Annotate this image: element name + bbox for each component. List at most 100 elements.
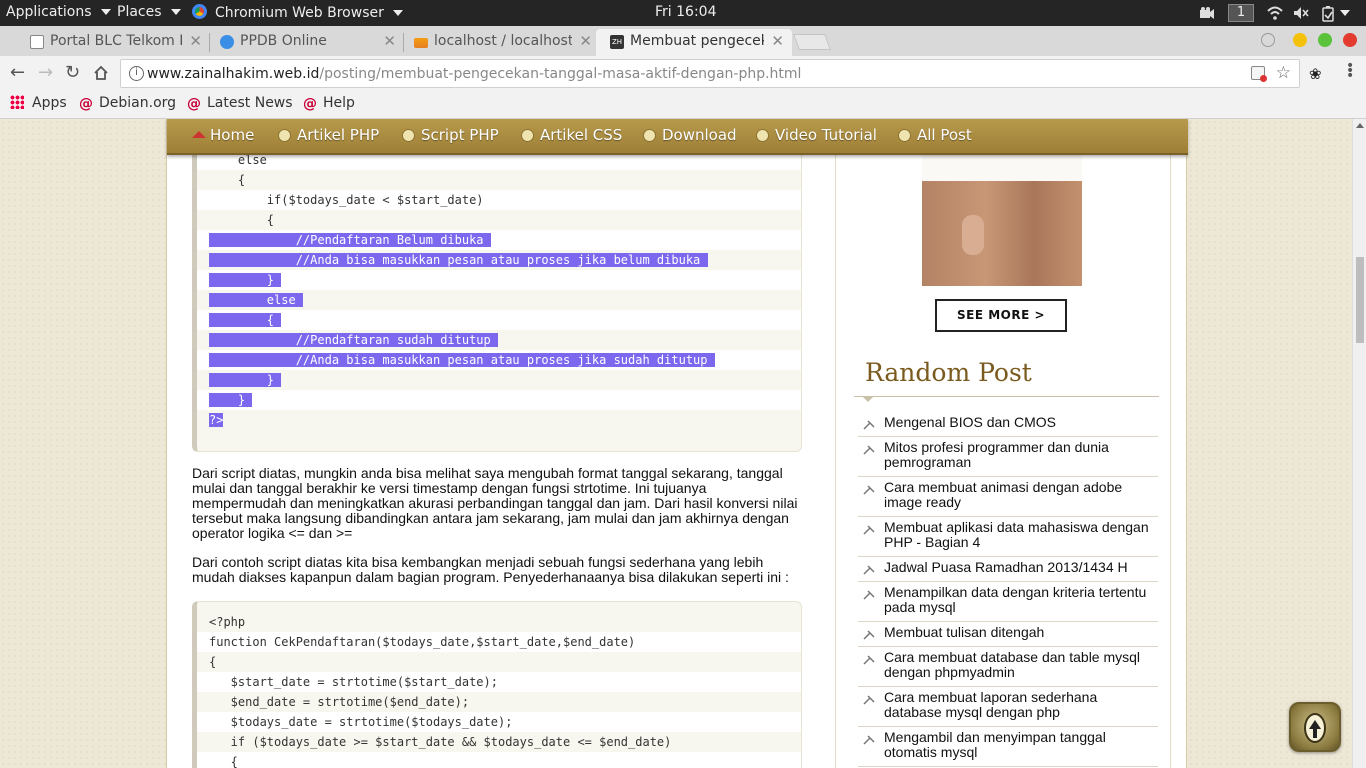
battery-icon[interactable] [1320, 6, 1336, 22]
bullet-icon [402, 129, 415, 142]
random-post-link[interactable]: Membuat aplikasi data mahasiswa dengan P… [884, 520, 1158, 550]
nav-script-php[interactable]: Script PHP [402, 126, 499, 144]
random-post-link[interactable]: Menampilkan data dengan kriteria tertent… [884, 585, 1158, 615]
nav-video-tutorial[interactable]: Video Tutorial [756, 126, 877, 144]
reload-icon[interactable]: ↻ [65, 64, 80, 82]
info-icon[interactable]: i [129, 66, 144, 81]
random-post-link[interactable]: Mitos profesi programmer dan dunia pemro… [884, 440, 1158, 470]
maximize-button[interactable] [1318, 33, 1332, 47]
nav-download[interactable]: Download [643, 126, 737, 144]
browser-app-menu[interactable]: Chromium Web Browser [192, 4, 403, 21]
selected-code-text: } [209, 373, 282, 387]
random-post-item[interactable]: Mengambil dan menyimpan tanggal otomatis… [858, 730, 1158, 767]
code-block[interactable]: } else { if($todays_date < $start_date) … [192, 125, 802, 452]
random-post-link[interactable]: Mengenal BIOS dan CMOS [884, 415, 1158, 430]
debian-swirl-icon: @ [187, 96, 201, 112]
scrollbar-thumb[interactable] [1356, 257, 1364, 343]
blocked-content-icon[interactable] [1251, 66, 1267, 82]
random-post-link[interactable]: Membuat tulisan ditengah [884, 625, 1158, 640]
random-post-link[interactable]: Cara membuat laporan sederhana database … [884, 690, 1158, 720]
profile-icon[interactable] [1261, 33, 1275, 47]
close-icon[interactable]: ✕ [579, 32, 592, 50]
pin-icon [862, 734, 876, 746]
clock[interactable]: Fri 16:04 [655, 4, 716, 20]
scroll-up-arrow-icon[interactable] [1356, 123, 1364, 128]
new-tab-button[interactable] [793, 34, 831, 50]
chrome-menu-icon[interactable]: • • • [1346, 59, 1354, 83]
tab-ppdb-online[interactable]: PPDB Online ✕ [206, 29, 404, 56]
forward-arrow-icon[interactable]: → [38, 64, 53, 82]
pin-icon [862, 444, 876, 456]
random-post-link[interactable]: Cara membuat animasi dengan adobe image … [884, 480, 1158, 510]
close-window-button[interactable] [1343, 33, 1357, 47]
code-block[interactable]: <?php function CekPendaftaran($todays_dat… [192, 601, 802, 768]
tab-portal-blc[interactable]: Portal BLC Telkom K ✕ [16, 29, 210, 56]
divider-notch [862, 396, 874, 402]
random-post-item[interactable]: Membuat aplikasi data mahasiswa dengan P… [858, 520, 1158, 557]
code-line: } [197, 390, 801, 410]
bookmarks-bar: Apps @ Debian.org @ Latest News @ Help [0, 91, 1366, 119]
wifi-icon[interactable] [1267, 6, 1283, 20]
random-post-link[interactable]: Mengambil dan menyimpan tanggal otomatis… [884, 730, 1158, 760]
nav-label: Artikel PHP [297, 126, 380, 144]
home-icon[interactable] [93, 65, 109, 84]
camera-icon[interactable] [1199, 6, 1215, 20]
back-arrow-icon[interactable]: ← [10, 64, 25, 82]
code-text: else [209, 153, 267, 167]
random-post-item[interactable]: Menampilkan data dengan kriteria tertent… [858, 585, 1158, 622]
selected-code-text: } [209, 393, 253, 407]
bookmark-debian[interactable]: @ Debian.org [79, 95, 176, 112]
url-text[interactable]: www.zainalhakim.web.id/posting/membuat-p… [147, 66, 801, 82]
bullet-icon [643, 129, 656, 142]
random-post-item[interactable]: Cara membuat database dan table mysql de… [858, 650, 1158, 687]
random-post-item[interactable]: Cara membuat animasi dengan adobe image … [858, 480, 1158, 517]
pin-icon [862, 564, 876, 576]
address-bar[interactable]: i www.zainalhakim.web.id/posting/membuat… [120, 59, 1300, 88]
random-post-item[interactable]: Mengenal BIOS dan CMOS [858, 415, 1158, 437]
code-line: //Anda bisa masukkan pesan atau proses j… [197, 350, 801, 370]
close-icon[interactable]: ✕ [771, 32, 784, 50]
url-path: /posting/membuat-pengecekan-tanggal-masa… [319, 66, 802, 82]
tab-membuat-pengecekan[interactable]: ZH Membuat pengecek ✕ [596, 29, 792, 56]
system-top-bar: Applications Places Chromium Web Browser… [0, 0, 1366, 26]
back-to-top-button[interactable] [1289, 702, 1341, 752]
gnome-extension-icon[interactable]: ❀ [1309, 65, 1322, 83]
nav-artikel-css[interactable]: Artikel CSS [521, 126, 622, 144]
vertical-scrollbar[interactable] [1352, 119, 1366, 768]
bullet-icon [898, 129, 911, 142]
system-menu-chevron-icon[interactable] [1340, 10, 1350, 16]
bookmark-star-icon[interactable]: ☆ [1276, 63, 1291, 83]
close-icon[interactable]: ✕ [189, 32, 202, 50]
nav-label: Script PHP [421, 126, 499, 144]
random-post-item[interactable]: Mitos profesi programmer dan dunia pemro… [858, 440, 1158, 477]
bullet-icon [756, 129, 769, 142]
see-more-button[interactable]: SEE MORE > [935, 299, 1067, 332]
random-post-item[interactable]: Jadwal Puasa Ramadhan 2013/1434 H [858, 560, 1158, 582]
places-menu[interactable]: Places [117, 4, 181, 20]
nav-all-post[interactable]: All Post [898, 126, 972, 144]
workspace-indicator[interactable]: 1 [1228, 4, 1254, 22]
random-post-item[interactable]: Membuat tulisan ditengah [858, 625, 1158, 647]
random-post-item[interactable]: Cara membuat laporan sederhana database … [858, 690, 1158, 727]
applications-menu[interactable]: Applications [6, 4, 111, 20]
code-line: $start_date = strtotime($start_date); [197, 672, 801, 692]
close-icon[interactable]: ✕ [383, 32, 396, 50]
nav-artikel-php[interactable]: Artikel PHP [278, 126, 379, 144]
minimize-button[interactable] [1293, 33, 1307, 47]
random-post-link[interactable]: Jadwal Puasa Ramadhan 2013/1434 H [884, 560, 1158, 575]
selected-code-text: } [209, 273, 282, 287]
random-post-link[interactable]: Cara membuat database dan table mysql de… [884, 650, 1158, 680]
code-line: $end_date = strtotime($end_date); [209, 695, 470, 709]
tab-phpmyadmin[interactable]: localhost / localhost ✕ [400, 29, 600, 56]
bookmark-apps[interactable]: Apps [10, 95, 67, 111]
code-line: //Pendaftaran Belum dibuka [197, 230, 801, 250]
divider [854, 396, 1159, 397]
post-paragraph: Dari script diatas, mungkin anda bisa me… [192, 465, 798, 541]
up-arrow-icon [1304, 713, 1326, 743]
bookmark-latest-news[interactable]: @ Latest News [187, 95, 293, 112]
nav-home[interactable]: Home [192, 126, 254, 144]
advertisement-image[interactable] [922, 155, 1082, 286]
bookmark-help[interactable]: @ Help [303, 95, 355, 112]
volume-muted-icon[interactable] [1293, 6, 1309, 20]
apps-grid-icon [10, 95, 24, 109]
